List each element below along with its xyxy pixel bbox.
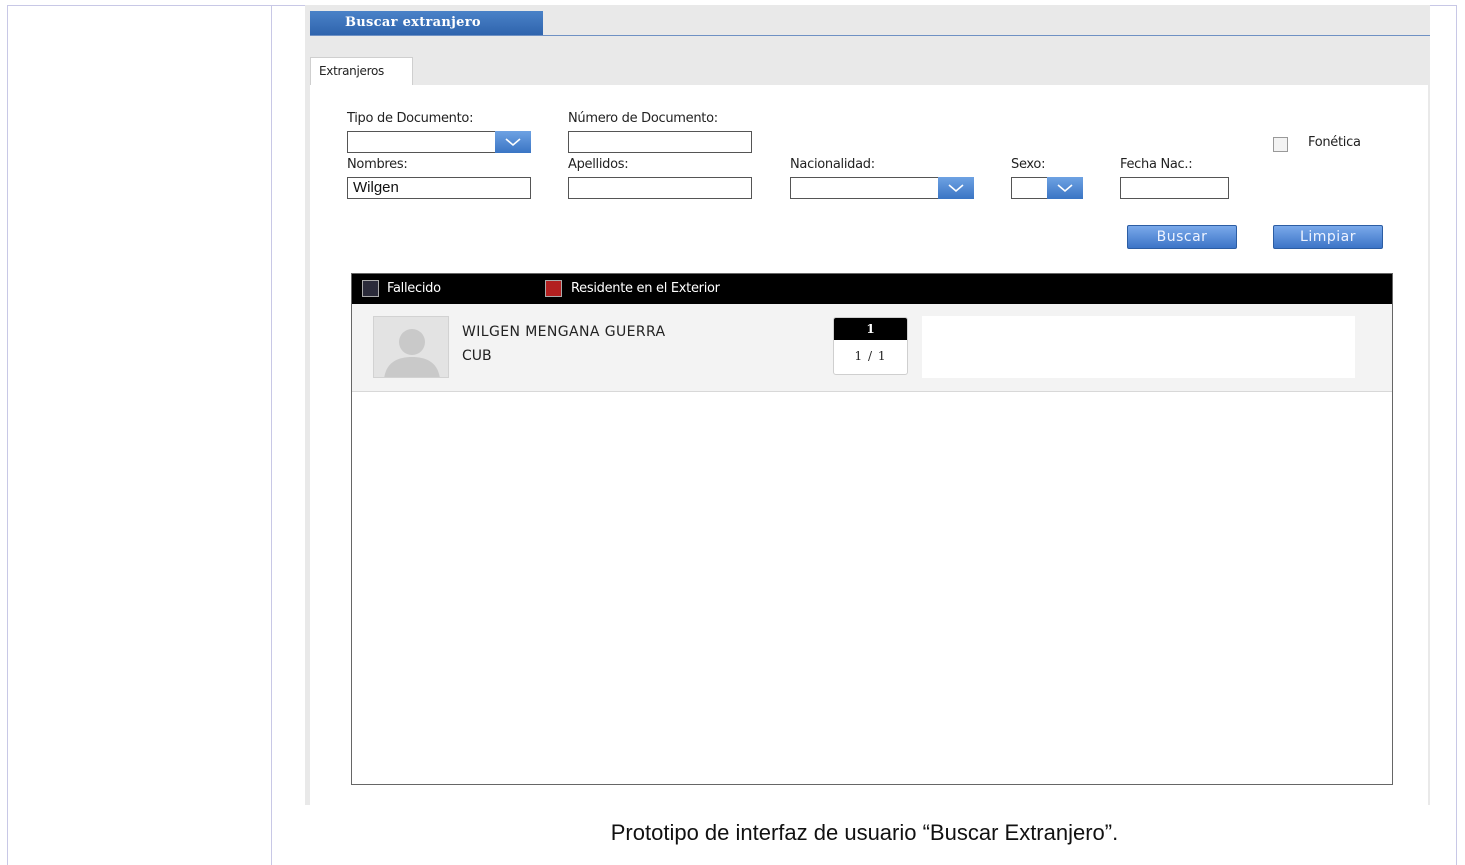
- tipo-documento-value: [347, 131, 497, 153]
- result-row[interactable]: WILGEN MENGANA GUERRA CUB 1 1 / 1: [352, 304, 1392, 392]
- tipo-documento-select[interactable]: [347, 131, 531, 153]
- apellidos-label: Apellidos:: [568, 157, 629, 172]
- result-detail-box: [922, 316, 1355, 378]
- tipo-documento-label: Tipo de Documento:: [347, 111, 474, 126]
- window-title: Buscar extranjero: [310, 11, 543, 35]
- search-panel: Buscar extranjero Extranjeros Tipo de Do…: [305, 5, 1430, 805]
- chevron-down-icon[interactable]: [495, 131, 531, 153]
- residente-exterior-legend-label: Residente en el Exterior: [571, 281, 720, 296]
- chevron-down-icon[interactable]: [1047, 177, 1083, 199]
- result-nationality: CUB: [462, 348, 492, 364]
- fecha-nac-input[interactable]: [1120, 177, 1229, 199]
- limpiar-button[interactable]: Limpiar: [1273, 225, 1383, 249]
- person-placeholder-icon: [384, 329, 440, 377]
- figure-caption: Prototipo de interfaz de usuario “Buscar…: [610, 820, 1119, 845]
- pager[interactable]: 1 1 / 1: [833, 317, 908, 375]
- fonetica-checkbox[interactable]: [1273, 137, 1288, 152]
- fallecido-swatch: [362, 280, 379, 297]
- nombres-input[interactable]: Wilgen: [347, 177, 531, 199]
- tab-extranjeros[interactable]: Extranjeros: [310, 57, 413, 85]
- sexo-value: [1011, 177, 1049, 199]
- numero-documento-label: Número de Documento:: [568, 111, 718, 126]
- fallecido-legend-label: Fallecido: [387, 281, 441, 296]
- apellidos-input[interactable]: [568, 177, 752, 199]
- pager-summary: 1 / 1: [854, 349, 887, 363]
- results-list: Fallecido Residente en el Exterior WILGE…: [351, 273, 1393, 785]
- fonetica-label: Fonética: [1308, 135, 1361, 150]
- numero-documento-input[interactable]: [568, 131, 752, 153]
- residente-exterior-swatch: [545, 280, 562, 297]
- nacionalidad-label: Nacionalidad:: [790, 157, 875, 172]
- legend-bar: Fallecido Residente en el Exterior: [352, 274, 1392, 304]
- sexo-select[interactable]: [1011, 177, 1083, 199]
- buscar-button[interactable]: Buscar: [1127, 225, 1237, 249]
- nacionalidad-select[interactable]: [790, 177, 974, 199]
- pager-current: 1: [834, 318, 907, 340]
- table-column-divider: [271, 5, 272, 865]
- nacionalidad-value: [790, 177, 940, 199]
- title-underline: [310, 35, 1430, 36]
- form-area: Tipo de Documento: Número de Documento: …: [310, 85, 1428, 805]
- fecha-nac-label: Fecha Nac.:: [1120, 157, 1193, 172]
- sexo-label: Sexo:: [1011, 157, 1046, 172]
- avatar: [373, 316, 449, 378]
- nombres-label: Nombres:: [347, 157, 408, 172]
- result-name: WILGEN MENGANA GUERRA: [462, 324, 666, 340]
- chevron-down-icon[interactable]: [938, 177, 974, 199]
